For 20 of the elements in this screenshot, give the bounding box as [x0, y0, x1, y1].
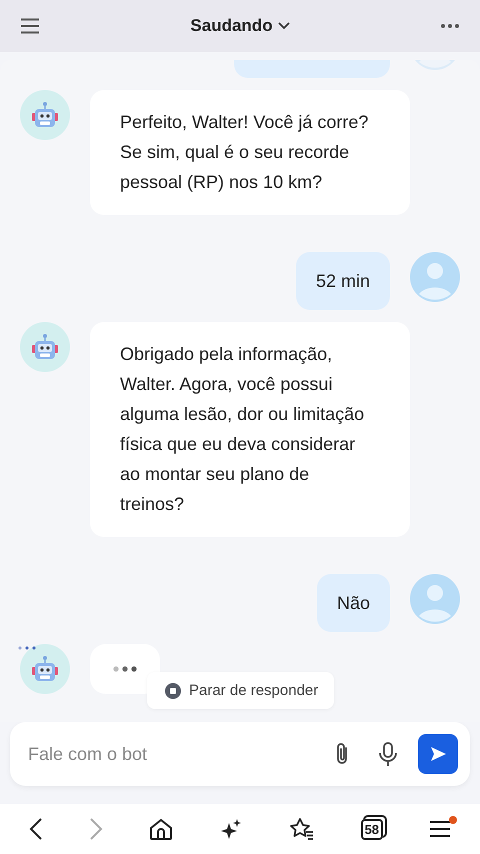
chat-title-dropdown[interactable]: Saudando: [190, 16, 290, 36]
menu-icon[interactable]: [20, 18, 40, 34]
microphone-icon[interactable]: [378, 741, 398, 767]
user-message: Não: [316, 574, 390, 632]
user-avatar: [410, 574, 460, 624]
bot-avatar: [20, 644, 70, 694]
user-avatar: [410, 252, 460, 302]
typing-indicator: [90, 644, 160, 694]
bot-message: Perfeito, Walter! Você já corre? Se sim, qual é o seu recorde pessoal (RP) nos 10 km?: [90, 90, 410, 215]
send-icon: [429, 745, 447, 763]
bot-avatar: [20, 90, 70, 140]
user-message: 52 min: [296, 252, 390, 310]
stop-responding-button[interactable]: Parar de responder: [147, 672, 334, 709]
loading-dots-icon: [18, 646, 36, 650]
more-icon[interactable]: [440, 23, 460, 29]
chevron-down-icon: [278, 22, 290, 30]
bot-message: Obrigado pela informação, Walter. Agora, você possui alguma lesão, dor ou limitação física que eu deva considerar ao montar seu plano de treinos?: [90, 322, 410, 537]
send-button[interactable]: [418, 734, 458, 774]
bot-avatar: [20, 322, 70, 372]
stop-icon: [165, 682, 181, 698]
